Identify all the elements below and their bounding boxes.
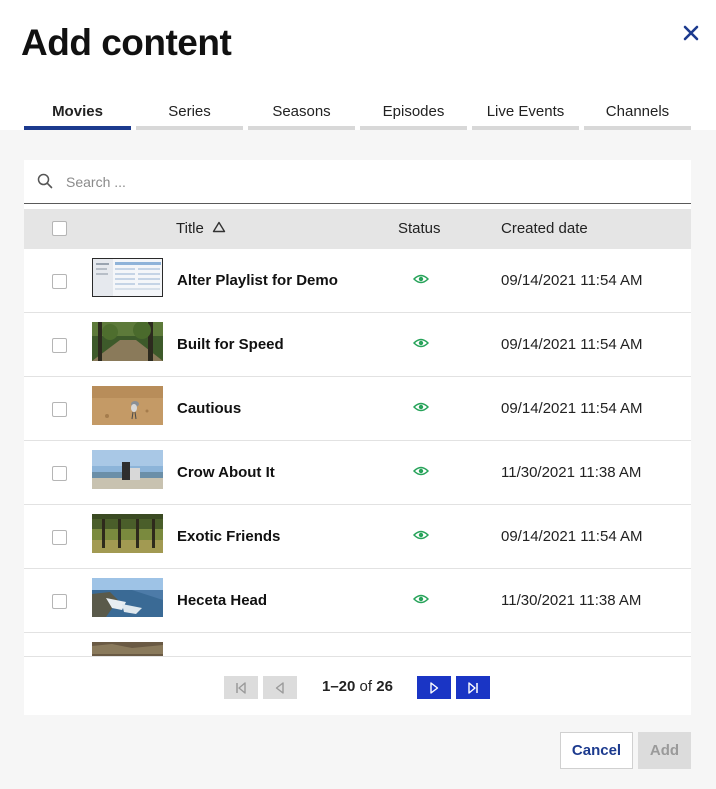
row-checkbox[interactable] — [52, 402, 67, 417]
screenshot-thumbnail — [92, 258, 163, 297]
dialog-title: Add content — [21, 22, 232, 63]
pagination: 1–20 of 26 — [24, 656, 691, 715]
page-range: 1–20 — [322, 678, 356, 695]
eye-icon — [413, 593, 429, 605]
tab-seasons[interactable]: Seasons — [248, 96, 355, 130]
table-row[interactable]: Exotic Friends 09/14/2021 11:54 AM — [24, 505, 691, 569]
table-row[interactable]: Cautious 09/14/2021 11:54 AM — [24, 377, 691, 441]
eye-icon — [413, 273, 429, 285]
content-type-tabs: Movies Series Seasons Episodes Live Even… — [24, 96, 691, 130]
eye-icon — [413, 401, 429, 413]
bird-sand-thumbnail — [92, 386, 163, 425]
forest-path-thumbnail — [92, 322, 163, 361]
ground-thumbnail — [92, 642, 163, 656]
column-header-status: Status — [398, 220, 441, 237]
eye-icon — [413, 465, 429, 477]
row-checkbox[interactable] — [52, 530, 67, 545]
eye-icon — [413, 529, 429, 541]
row-checkbox[interactable] — [52, 338, 67, 353]
dialog-header: Add content Movies Series Seasons Episod… — [0, 0, 716, 130]
coast-sky-thumbnail — [92, 450, 163, 489]
search-input[interactable] — [66, 170, 666, 194]
tab-channels[interactable]: Channels — [584, 96, 691, 130]
tab-episodes[interactable]: Episodes — [360, 96, 467, 130]
first-page-button[interactable] — [224, 676, 258, 699]
column-header-created[interactable]: Created date — [501, 220, 588, 237]
row-title[interactable]: Heceta Head — [177, 592, 267, 609]
table-row[interactable]: Built for Speed 09/14/2021 11:54 AM — [24, 313, 691, 377]
row-title[interactable]: Cautious — [177, 400, 241, 417]
page-of-label: of — [359, 678, 373, 695]
add-button[interactable]: Add — [638, 732, 691, 769]
row-title[interactable]: Crow About It — [177, 464, 275, 481]
row-created-date: 09/14/2021 11:54 AM — [501, 272, 643, 289]
table-row[interactable]: Alter Playlist for Demo 09/14/2021 11:54… — [24, 249, 691, 313]
row-title[interactable]: Alter Playlist for Demo — [177, 272, 338, 289]
last-page-icon — [468, 681, 478, 694]
row-title[interactable]: Built for Speed — [177, 336, 284, 353]
pagination-info: 1–20 of 26 — [322, 678, 393, 695]
eye-icon — [413, 337, 429, 349]
total-count: 26 — [376, 678, 393, 695]
row-checkbox[interactable] — [52, 594, 67, 609]
row-title[interactable]: Exotic Friends — [177, 528, 280, 545]
search-bar — [24, 160, 691, 204]
row-created-date: 09/14/2021 11:54 AM — [501, 336, 643, 353]
dialog-body: Title Status Created date — [0, 130, 716, 789]
content-panel: Title Status Created date — [24, 160, 691, 715]
row-created-date: 11/30/2021 11:38 AM — [501, 464, 642, 481]
last-page-button[interactable] — [456, 676, 490, 699]
coastline-thumbnail — [92, 578, 163, 617]
table-row[interactable]: Crow About It 11/30/2021 11:38 AM — [24, 441, 691, 505]
row-created-date: 11/30/2021 11:38 AM — [501, 592, 642, 609]
table-row[interactable]: Heceta Head 11/30/2021 11:38 AM — [24, 569, 691, 633]
select-all-checkbox[interactable] — [52, 221, 67, 236]
row-created-date: 09/14/2021 11:54 AM — [501, 528, 643, 545]
table-header: Title Status Created date — [24, 209, 691, 249]
close-icon[interactable] — [680, 22, 702, 44]
cancel-button[interactable]: Cancel — [560, 732, 633, 769]
tab-movies[interactable]: Movies — [24, 96, 131, 130]
next-page-button[interactable] — [417, 676, 451, 699]
next-page-icon — [430, 681, 439, 694]
row-checkbox[interactable] — [52, 466, 67, 481]
previous-page-button[interactable] — [263, 676, 297, 699]
palm-trees-thumbnail — [92, 514, 163, 553]
column-title-label: Title — [176, 220, 204, 237]
search-icon — [37, 173, 53, 189]
table-row[interactable] — [24, 633, 691, 656]
column-header-title[interactable]: Title — [176, 220, 226, 237]
sort-up-icon — [212, 220, 226, 237]
previous-page-icon — [275, 681, 284, 694]
tab-live-events[interactable]: Live Events — [472, 96, 579, 130]
first-page-icon — [236, 681, 246, 694]
content-table-body: Alter Playlist for Demo 09/14/2021 11:54… — [24, 249, 691, 656]
row-checkbox[interactable] — [52, 274, 67, 289]
tab-series[interactable]: Series — [136, 96, 243, 130]
row-created-date: 09/14/2021 11:54 AM — [501, 400, 643, 417]
